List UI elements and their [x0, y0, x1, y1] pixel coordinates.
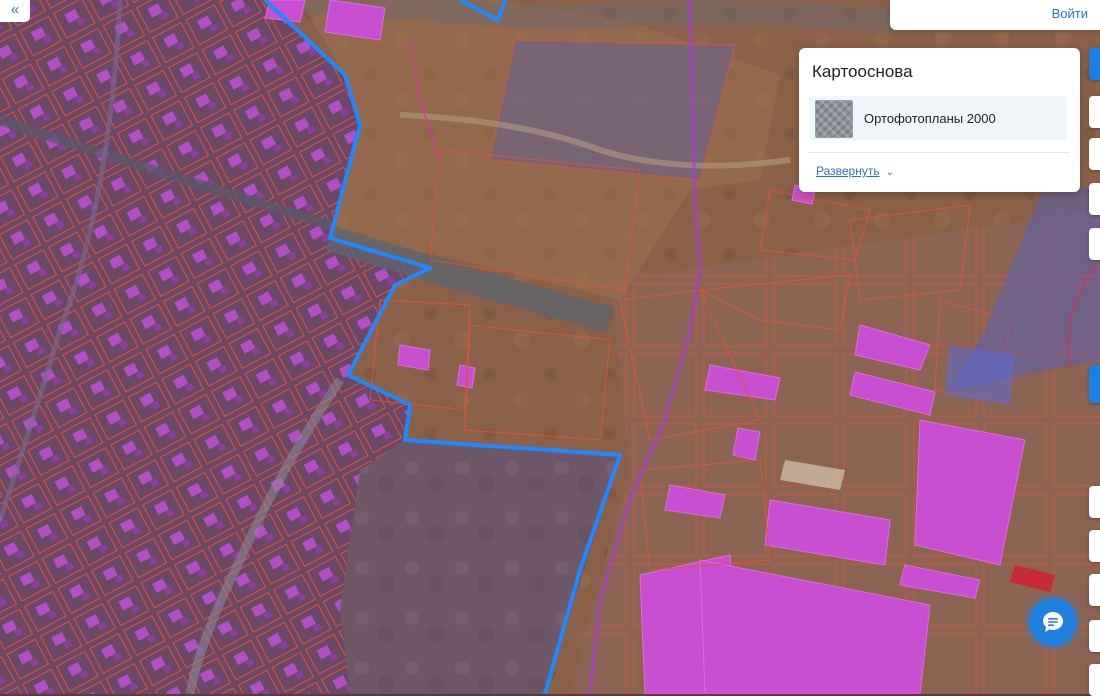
chat-bubble-icon: [1043, 612, 1063, 632]
orthophoto-thumbnail-icon: [815, 100, 853, 138]
expand-link[interactable]: Развернуть ⌄: [816, 164, 894, 178]
fullscreen-button[interactable]: [1089, 530, 1100, 562]
top-bar: Войти: [890, 0, 1100, 30]
login-link[interactable]: Войти: [1052, 6, 1088, 21]
expand-link-label: Развернуть: [816, 164, 880, 178]
collapse-panel-button[interactable]: «: [0, 0, 30, 22]
chevron-down-icon: ⌄: [885, 167, 894, 178]
zoom-in-button[interactable]: [1089, 486, 1100, 518]
basemap-layer-item[interactable]: Ортофотопланы 2000: [809, 96, 1067, 140]
double-chevron-left-icon: «: [10, 1, 20, 18]
print-tool-button[interactable]: [1089, 183, 1100, 215]
measure-tool-button[interactable]: [1089, 228, 1100, 260]
locate-button[interactable]: [1089, 574, 1100, 606]
chat-button[interactable]: [1029, 598, 1077, 646]
basemap-panel: Картооснова Ортофотопланы 2000 Развернут…: [799, 48, 1080, 192]
compass-button[interactable]: [1089, 620, 1100, 652]
zoom-out-button[interactable]: [1089, 664, 1100, 696]
basemap-layer-label: Ортофотопланы 2000: [864, 111, 996, 126]
layers-tool-button[interactable]: [1089, 48, 1100, 80]
map-tool-button[interactable]: [1089, 96, 1100, 128]
basemap-panel-title: Картооснова: [812, 62, 913, 81]
search-tool-button[interactable]: [1089, 138, 1100, 170]
home-tool-button[interactable]: [1089, 365, 1100, 403]
divider: [809, 152, 1070, 153]
